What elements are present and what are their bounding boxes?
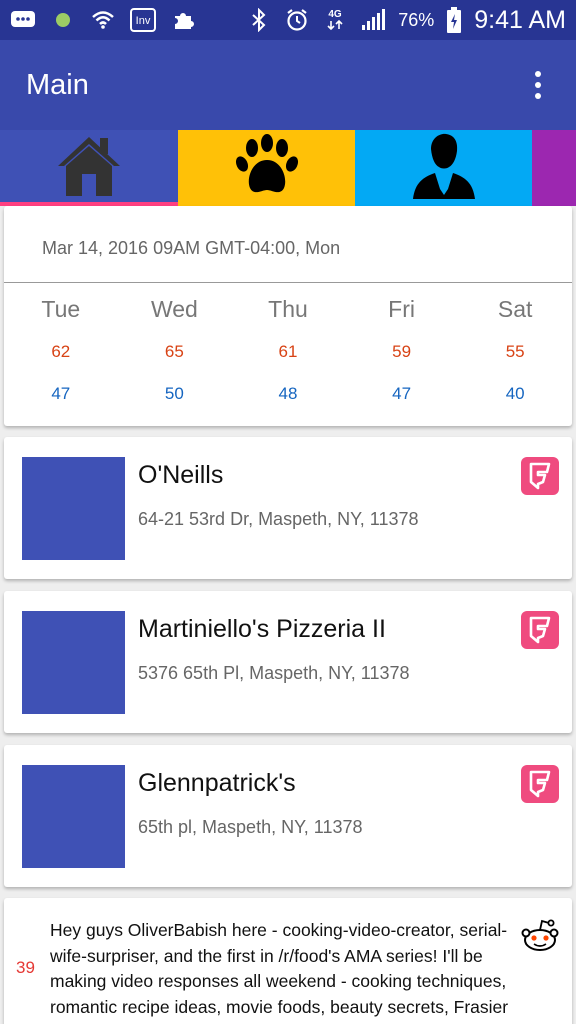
- overflow-menu-icon[interactable]: [526, 65, 550, 105]
- low-temp: 47: [392, 384, 412, 403]
- tab-pet[interactable]: [178, 130, 355, 206]
- place-address: 64-21 53rd Dr, Maspeth, NY, 11378: [138, 509, 419, 529]
- battery-icon: [446, 7, 462, 33]
- battery-percent: 76%: [398, 9, 435, 30]
- day-name: Thu: [268, 296, 308, 322]
- place-card[interactable]: Glennpatrick's 65th pl, Maspeth, NY, 113…: [4, 745, 572, 887]
- low-temp: 48: [278, 384, 298, 403]
- place-thumbnail: [22, 611, 125, 714]
- place-card[interactable]: O'Neills 64-21 53rd Dr, Maspeth, NY, 113…: [4, 437, 572, 579]
- signal-icon: [360, 7, 386, 33]
- foursquare-icon[interactable]: [521, 457, 559, 495]
- reddit-score: 39: [16, 958, 35, 977]
- place-thumbnail: [22, 457, 125, 560]
- day-name: Sat: [497, 296, 533, 322]
- svg-text:Inv: Inv: [136, 15, 151, 27]
- 4g-lte-icon: 4G: [322, 7, 348, 33]
- place-thumbnail: [22, 765, 125, 868]
- app-bar: Main: [0, 40, 576, 130]
- place-name: O'Neills: [138, 461, 224, 489]
- dot-icon: [50, 7, 76, 33]
- tab-extra[interactable]: [532, 130, 576, 206]
- puzzle-icon: [170, 7, 196, 33]
- day-name: Wed: [150, 296, 198, 322]
- wifi-icon: [90, 7, 116, 33]
- place-address: 5376 65th Pl, Maspeth, NY, 11378: [138, 663, 410, 683]
- home-icon: [56, 134, 122, 202]
- forecast-day: Thu 61 48: [231, 296, 345, 404]
- reddit-icon[interactable]: [520, 918, 560, 954]
- low-temp: 50: [164, 384, 184, 403]
- place-address: 65th pl, Maspeth, NY, 11378: [138, 817, 363, 837]
- person-icon: [411, 133, 477, 203]
- high-temp: 61: [278, 342, 298, 361]
- place-card[interactable]: Martiniello's Pizzeria II 5376 65th Pl, …: [4, 591, 572, 733]
- forecast-day: Tue 62 47: [4, 296, 118, 404]
- foursquare-icon[interactable]: [521, 765, 559, 803]
- reddit-post-text: Hey guys OliverBabish here - cooking-vid…: [50, 920, 509, 1024]
- weather-date: Mar 14, 2016 09AM GMT-04:00, Mon: [42, 238, 341, 258]
- messages-icon: [10, 7, 36, 33]
- forecast-day: Wed 65 50: [118, 296, 232, 404]
- day-name: Fri: [388, 296, 415, 322]
- tab-bar: [0, 130, 576, 206]
- alarm-icon: [284, 7, 310, 33]
- day-name: Tue: [41, 296, 81, 322]
- high-temp: 55: [505, 342, 525, 361]
- status-bar: Inv 4G 76% 9:41 AM: [0, 0, 576, 40]
- low-temp: 47: [51, 384, 71, 403]
- forecast-row: Tue 62 47 Wed 65 50 Thu 61 48 Fri 59 47 …: [4, 296, 572, 404]
- reddit-card[interactable]: 39 Hey guys OliverBabish here - cooking-…: [4, 898, 572, 1024]
- clock: 9:41 AM: [474, 5, 566, 34]
- bluetooth-icon: [246, 7, 272, 33]
- high-temp: 65: [164, 342, 184, 361]
- page-title: Main: [26, 68, 89, 101]
- tab-home[interactable]: [0, 130, 178, 206]
- forecast-day: Sat 55 40: [458, 296, 572, 404]
- high-temp: 62: [51, 342, 71, 361]
- tab-person[interactable]: [355, 130, 532, 206]
- paw-icon: [234, 134, 300, 202]
- svg-text:4G: 4G: [329, 9, 343, 20]
- divider: [4, 282, 572, 283]
- high-temp: 59: [392, 342, 412, 361]
- inv-icon: Inv: [130, 7, 156, 33]
- forecast-day: Fri 59 47: [345, 296, 459, 404]
- low-temp: 40: [505, 384, 525, 403]
- weather-card[interactable]: Mar 14, 2016 09AM GMT-04:00, Mon Tue 62 …: [4, 206, 572, 426]
- place-name: Martiniello's Pizzeria II: [138, 615, 386, 643]
- place-name: Glennpatrick's: [138, 769, 296, 797]
- foursquare-icon[interactable]: [521, 611, 559, 649]
